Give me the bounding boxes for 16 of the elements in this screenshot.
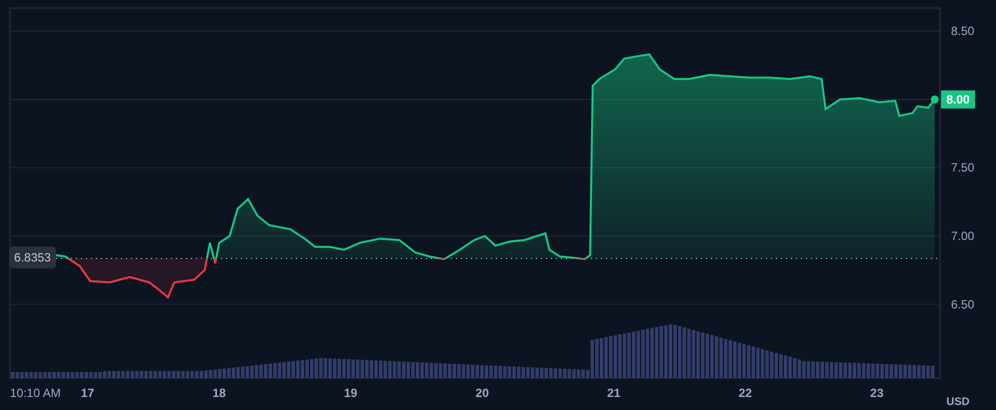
x-axis-label: 22: [738, 386, 752, 400]
y-axis-label: 7.00: [951, 229, 974, 243]
x-axis-label: 19: [344, 386, 358, 400]
x-axis-label: 17: [80, 386, 94, 400]
start-time-label: 10:10 AM: [10, 386, 61, 400]
x-axis-label: 18: [212, 386, 226, 400]
x-axis-label: 21: [607, 386, 620, 400]
current-price-tag: 8.00: [941, 90, 975, 108]
x-axis-label: 23: [870, 386, 884, 400]
current-price-dot: [930, 95, 939, 104]
x-axis-label: 20: [476, 386, 489, 400]
baseline-price-label: 6.8353: [9, 246, 56, 268]
currency-label: USD: [946, 396, 970, 408]
y-axis-label: 6.50: [951, 297, 974, 312]
y-axis-label: 7.50: [951, 160, 974, 175]
y-axis-label: 8.50: [951, 24, 974, 38]
